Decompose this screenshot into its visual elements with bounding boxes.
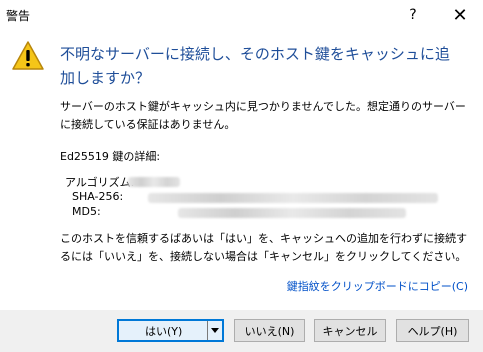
title-bar: 警告 ? ✕ <box>0 0 483 30</box>
copy-fingerprint-link[interactable]: 鍵指紋をクリップボードにコピー(C) <box>287 278 468 294</box>
no-button[interactable]: いいえ(N) <box>234 319 305 342</box>
dialog-content: 不明なサーバーに接続し、そのホスト鍵をキャッシュに追加しますか？ サーバーのホス… <box>0 30 483 310</box>
close-button[interactable]: ✕ <box>437 0 483 30</box>
main-instruction: 不明なサーバーに接続し、そのホスト鍵をキャッシュに追加しますか？ <box>60 45 450 87</box>
title-help-button[interactable]: ? <box>390 0 436 30</box>
cancel-button[interactable]: キャンセル <box>314 319 386 342</box>
md5-value-redacted <box>178 208 406 218</box>
algorithm-value-redacted <box>128 177 180 187</box>
warning-icon <box>12 41 44 70</box>
md5-label: MD5: <box>72 205 101 218</box>
window-title: 警告 <box>6 9 31 23</box>
detail-text-2: このホストを信頼するばあいは「はい」を、キャッシュへの追加を行わずに接続するには… <box>60 232 467 263</box>
help-button[interactable]: ヘルプ(H) <box>396 319 469 342</box>
fingerprint-heading: Ed25519 鍵の詳細: <box>60 150 161 163</box>
yes-button-label: はい(Y) <box>145 324 183 338</box>
chevron-down-icon[interactable] <box>207 321 222 340</box>
sha256-label: SHA-256: <box>72 190 124 203</box>
yes-button[interactable]: はい(Y) <box>117 319 224 342</box>
sha256-value-redacted <box>148 193 438 203</box>
algorithm-label: アルゴリズム: <box>65 176 135 189</box>
button-bar: はい(Y) いいえ(N) キャンセル ヘルプ(H) <box>0 310 483 352</box>
detail-text-1: サーバーのホスト鍵がキャッシュ内に見つかりませんでした。想定通りのサーバーに接続… <box>60 100 466 131</box>
